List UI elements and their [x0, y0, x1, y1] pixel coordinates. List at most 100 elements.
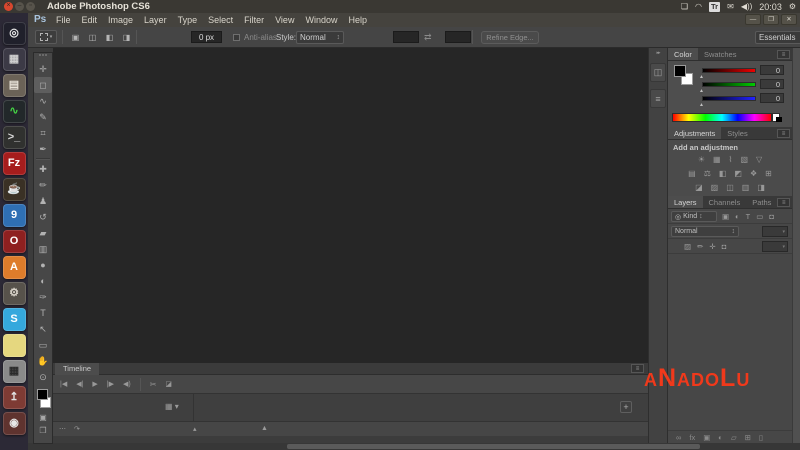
adjustment-icon[interactable]: ❖ [750, 169, 757, 178]
launcher-item[interactable]: ◉ [3, 412, 26, 435]
panel-grip[interactable] [39, 54, 47, 59]
tool-button[interactable]: ↺ [34, 209, 52, 225]
tool-button[interactable]: ↖ [34, 321, 52, 337]
layer-action-icon[interactable]: ▱ [731, 433, 737, 442]
timeline-track-area[interactable]: ▦ ▾ + [53, 394, 648, 421]
launcher-item[interactable]: ▤ [3, 74, 26, 97]
clock[interactable]: 20:03 [759, 2, 782, 12]
launcher-item[interactable]: ▦ [3, 48, 26, 71]
launcher-item[interactable]: ∿ [3, 100, 26, 123]
feather-input[interactable]: 0 px [191, 31, 222, 43]
slider-handle-icon[interactable]: ▲ [699, 74, 704, 80]
panel-menu-icon[interactable]: ≡ [631, 364, 644, 373]
launcher-item[interactable]: ⚙ [3, 282, 26, 305]
slider-handle-icon[interactable]: ▲ [699, 88, 704, 94]
panel-menu-icon[interactable]: ≡ [777, 198, 790, 207]
tool-button[interactable]: ● [34, 257, 52, 273]
launcher-item[interactable]: A [3, 256, 26, 279]
layer-filter-icon[interactable]: ▣ [722, 212, 729, 221]
tab-channels[interactable]: Channels [703, 196, 747, 208]
tool-button[interactable]: ◻ [34, 77, 52, 93]
selection-mode-button[interactable]: ◨ [119, 30, 134, 44]
adjustment-icon[interactable]: ▦ [713, 155, 721, 164]
tab-paths[interactable]: Paths [746, 196, 777, 208]
adjustment-icon[interactable]: ▥ [742, 183, 750, 192]
adjustment-icon[interactable]: ◪ [695, 183, 703, 192]
tool-button[interactable]: ∿ [34, 93, 52, 109]
split-clip-icon[interactable]: ✂ [150, 380, 157, 389]
foreground-color-swatch[interactable] [674, 65, 686, 77]
tool-button[interactable]: ◐ [34, 273, 52, 289]
workspace-dropdown[interactable]: Essentials ↕ [755, 31, 800, 44]
tool-button[interactable]: ⌗ [34, 125, 52, 141]
menu-item[interactable]: Select [208, 15, 233, 25]
adjustment-icon[interactable]: ◫ [726, 183, 734, 192]
opacity-field[interactable]: ▾ [762, 226, 788, 237]
selection-mode-button[interactable]: ◧ [102, 30, 117, 44]
selection-mode-button[interactable]: ▣ [68, 30, 83, 44]
menu-item[interactable]: Help [348, 15, 367, 25]
layer-action-icon[interactable]: fx [689, 433, 695, 442]
color-spectrum-ramp[interactable] [672, 113, 772, 122]
app-close-button[interactable]: ✕ [781, 14, 797, 25]
zoom-in-icon[interactable]: ▲ [261, 425, 268, 432]
menu-item[interactable]: Edit [82, 15, 98, 25]
layer-filter-icon[interactable]: T [746, 212, 751, 221]
tab-styles[interactable]: Styles [721, 127, 753, 139]
wifi-icon[interactable]: ◠ [695, 0, 702, 13]
document-canvas-area[interactable] [53, 48, 648, 363]
tool-button[interactable]: ✎ [34, 109, 52, 125]
frame-options-dropdown[interactable]: ▦ ▾ [165, 402, 179, 411]
adjustment-icon[interactable]: ▧ [740, 155, 748, 164]
fill-field[interactable]: ▾ [762, 241, 788, 252]
height-input[interactable] [445, 31, 471, 43]
zoom-out-icon[interactable]: ▴ [193, 425, 197, 433]
app-restore-button[interactable]: ❐ [763, 14, 779, 25]
layer-filter-icon[interactable]: ◐ [735, 212, 740, 221]
foreground-color-swatch[interactable] [37, 389, 48, 400]
green-slider[interactable] [702, 82, 756, 87]
panel-menu-icon[interactable]: ≡ [777, 129, 790, 138]
refine-edge-button[interactable]: Refine Edge... [481, 31, 539, 44]
menu-item[interactable]: Image [108, 15, 133, 25]
launcher-item[interactable]: ☕ [3, 178, 26, 201]
launcher-item[interactable]: 9 [3, 204, 26, 227]
transport-button[interactable]: ◀| [76, 380, 83, 388]
window-close-button[interactable]: × [4, 2, 13, 11]
blue-value-field[interactable]: 0 [760, 93, 784, 103]
lock-option-icon[interactable]: ✏ [697, 242, 703, 251]
tab-timeline[interactable]: Timeline [55, 363, 99, 375]
layer-filter-dropdown[interactable]: ◎ Kind ↕ [671, 211, 717, 222]
tool-button[interactable]: ♟ [34, 193, 52, 209]
adjustment-icon[interactable]: ◩ [734, 169, 742, 178]
red-value-field[interactable]: 0 [760, 65, 784, 75]
launcher-item[interactable]: ◎ [3, 22, 26, 45]
menu-item[interactable]: Filter [244, 15, 264, 25]
horizontal-scrollbar-thumb[interactable] [287, 444, 700, 449]
network-icon[interactable]: ❏ [681, 0, 688, 13]
launcher-item[interactable] [3, 334, 26, 357]
menu-item[interactable]: View [275, 15, 294, 25]
quick-mask-button[interactable]: ▣ [34, 411, 52, 424]
tool-button[interactable]: ✋ [34, 353, 52, 369]
layer-filter-icon[interactable]: ▭ [756, 212, 763, 221]
transport-button[interactable]: |▶ [107, 380, 114, 388]
launcher-item[interactable]: O [3, 230, 26, 253]
collapsed-panel-button[interactable]: ◫ [650, 63, 666, 82]
menu-item[interactable]: Window [305, 15, 337, 25]
adjustment-icon[interactable]: ⚖ [704, 169, 711, 178]
blue-slider[interactable] [702, 96, 756, 101]
launcher-item[interactable]: ▦ [3, 360, 26, 383]
volume-icon[interactable]: ◀)) [741, 0, 752, 13]
adjustment-icon[interactable]: ◧ [719, 169, 727, 178]
convert-frames-icon[interactable]: ⋯ [59, 425, 66, 433]
adjustment-icon[interactable]: ◨ [757, 183, 765, 192]
launcher-item[interactable]: ↥ [3, 386, 26, 409]
collapsed-panel-button[interactable]: ≡ [650, 89, 666, 108]
transition-icon[interactable]: ◪ [165, 380, 172, 388]
red-slider[interactable] [702, 68, 756, 73]
window-minimize-button[interactable]: – [15, 2, 24, 11]
tool-button[interactable]: ▥ [34, 241, 52, 257]
tool-button[interactable]: T [34, 305, 52, 321]
panel-menu-icon[interactable]: ≡ [777, 50, 790, 59]
